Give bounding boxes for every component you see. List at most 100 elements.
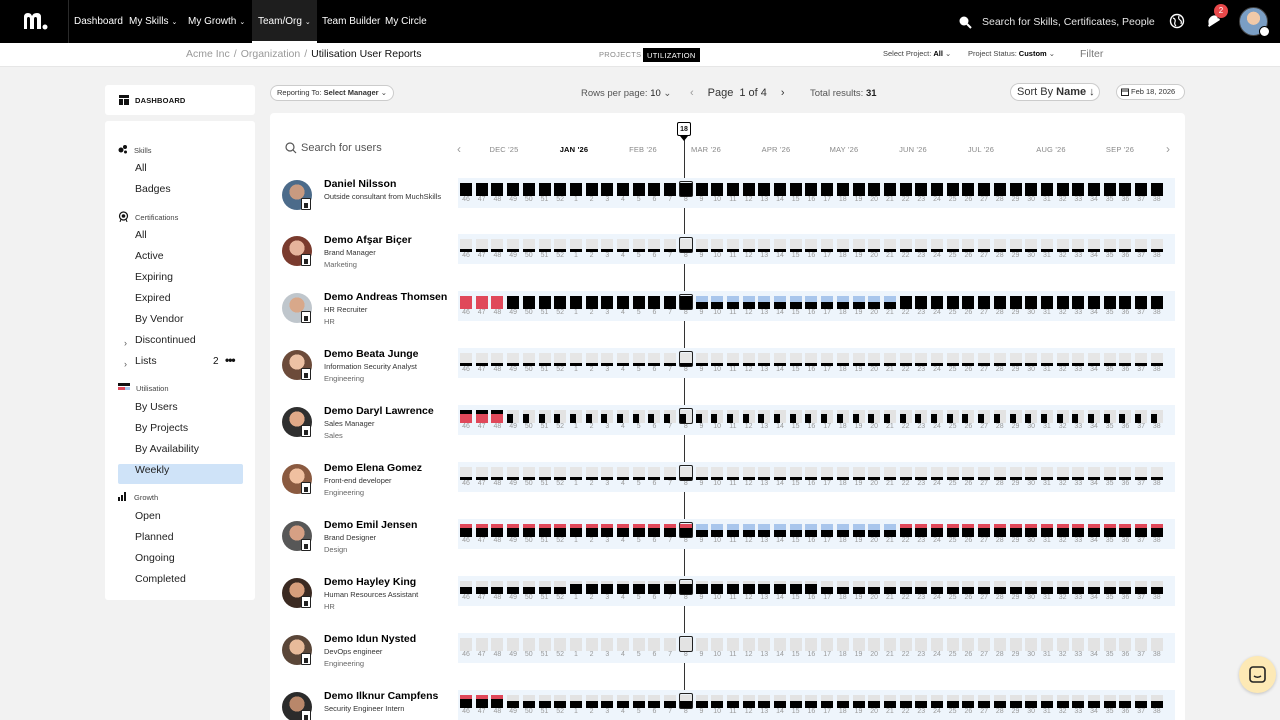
week-cell[interactable] (931, 524, 943, 537)
week-cell[interactable] (915, 353, 928, 366)
chat-launcher[interactable] (1239, 656, 1276, 693)
week-cell[interactable] (1135, 467, 1148, 480)
week-cell[interactable] (475, 467, 488, 480)
sidebar-item-certifications-active[interactable]: Active (135, 250, 164, 262)
week-cell[interactable] (774, 410, 786, 423)
week-cell[interactable] (883, 183, 896, 196)
week-cell[interactable] (962, 296, 975, 309)
week-cell[interactable] (852, 183, 865, 196)
week-cell[interactable] (664, 467, 677, 480)
week-cell[interactable] (1119, 581, 1132, 594)
week-cell[interactable] (648, 183, 661, 196)
week-cell[interactable] (758, 638, 771, 651)
user-name[interactable]: Daniel Nilsson (324, 178, 396, 190)
week-cell[interactable] (836, 581, 849, 594)
week-cell[interactable] (538, 296, 551, 309)
week-cell[interactable] (742, 353, 755, 366)
sidebar-item-growth-ongoing[interactable]: Ongoing (135, 552, 175, 564)
week-cell[interactable] (507, 695, 520, 708)
user-search-input[interactable]: Search for users (285, 142, 382, 154)
week-cell[interactable] (1040, 296, 1053, 309)
week-cell[interactable] (1056, 183, 1069, 196)
user-row[interactable]: Demo Hayley King Human Resources Assistan… (280, 576, 1175, 633)
week-cell[interactable] (1040, 638, 1053, 651)
week-cell[interactable] (554, 581, 567, 594)
week-cell[interactable] (836, 410, 849, 423)
week-cell[interactable] (1009, 638, 1022, 651)
week-cell[interactable] (1025, 581, 1038, 594)
week-cell[interactable] (742, 183, 755, 196)
week-cell[interactable] (1088, 467, 1100, 480)
week-cell[interactable] (664, 296, 677, 309)
week-cell[interactable] (915, 183, 928, 196)
user-name[interactable]: Demo Emil Jensen (324, 519, 417, 531)
week-cell[interactable] (946, 410, 959, 423)
week-cell[interactable] (758, 524, 771, 537)
week-cell[interactable] (585, 524, 598, 537)
reporting-to-dropdown[interactable]: Reporting To: Select Manager ⌄ (270, 85, 394, 101)
week-cell[interactable] (821, 524, 834, 537)
week-cell[interactable] (1025, 239, 1038, 252)
week-cell[interactable] (805, 410, 818, 423)
week-cell[interactable] (868, 296, 881, 309)
week-cell[interactable] (538, 638, 551, 651)
week-cell[interactable] (632, 638, 645, 651)
week-cell[interactable] (883, 581, 896, 594)
breadcrumb-company[interactable]: Acme Inc (186, 48, 230, 60)
week-cell[interactable] (789, 239, 802, 252)
week-cell[interactable] (617, 524, 629, 537)
week-cell[interactable] (601, 467, 614, 480)
week-cell[interactable] (475, 296, 488, 309)
nav-dashboard[interactable]: Dashboard (74, 0, 123, 43)
week-cell[interactable] (789, 467, 802, 480)
week-cell[interactable] (852, 695, 865, 708)
week-cell[interactable] (460, 239, 472, 252)
week-cell[interactable] (978, 410, 991, 423)
week-cell[interactable] (883, 410, 896, 423)
week-cell[interactable] (742, 695, 755, 708)
week-cell[interactable] (1009, 353, 1022, 366)
week-cell[interactable] (475, 638, 488, 651)
week-cell[interactable] (711, 524, 724, 537)
week-cell[interactable] (774, 353, 786, 366)
week-cell[interactable] (789, 410, 802, 423)
week-cell[interactable] (1025, 296, 1038, 309)
week-cell[interactable] (805, 581, 818, 594)
week-cell[interactable] (601, 296, 614, 309)
week-cell[interactable] (852, 410, 865, 423)
week-cell[interactable] (648, 524, 661, 537)
user-name[interactable]: Demo Idun Nysted (324, 633, 416, 645)
week-cell[interactable] (726, 410, 739, 423)
week-cell[interactable] (931, 410, 943, 423)
week-cell[interactable] (978, 467, 991, 480)
user-row[interactable]: Demo Ilknur Campfens Security Engineer In… (280, 690, 1175, 720)
week-cell[interactable] (868, 524, 881, 537)
week-cell[interactable] (821, 183, 834, 196)
week-cell[interactable] (868, 581, 881, 594)
week-cell[interactable] (1119, 296, 1132, 309)
week-cell[interactable] (585, 695, 598, 708)
week-cell[interactable] (1025, 410, 1038, 423)
week-cell[interactable] (491, 695, 504, 708)
week-cell[interactable] (931, 183, 943, 196)
week-cell[interactable] (617, 638, 629, 651)
week-cell[interactable] (1150, 410, 1163, 423)
week-cell[interactable] (758, 296, 771, 309)
week-cell[interactable] (789, 695, 802, 708)
week-cell[interactable] (726, 353, 739, 366)
week-cell[interactable] (726, 239, 739, 252)
week-cell[interactable] (1103, 239, 1116, 252)
week-cell[interactable] (899, 638, 912, 651)
week-cell[interactable] (726, 467, 739, 480)
week-cell[interactable] (946, 183, 959, 196)
week-cell[interactable] (1119, 467, 1132, 480)
week-cell[interactable] (836, 695, 849, 708)
week-cell[interactable] (554, 524, 567, 537)
week-cell[interactable] (711, 638, 724, 651)
week-cell[interactable] (1072, 183, 1085, 196)
week-cell[interactable] (507, 239, 520, 252)
week-cell[interactable] (1103, 410, 1116, 423)
week-cell[interactable] (978, 581, 991, 594)
week-cell[interactable] (1103, 524, 1116, 537)
select-project-dropdown[interactable]: Select Project: All ⌄ (883, 49, 951, 58)
